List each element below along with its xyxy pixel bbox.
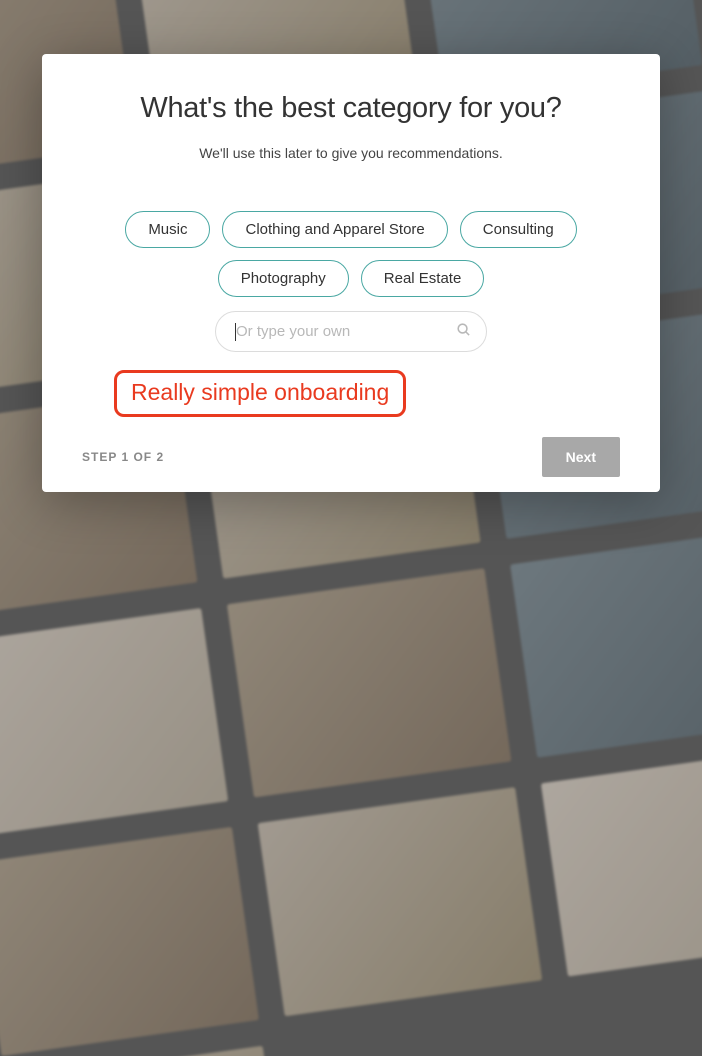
modal-heading: What's the best category for you?: [82, 92, 620, 125]
next-button[interactable]: Next: [542, 437, 620, 477]
category-search-input[interactable]: [215, 311, 487, 352]
annotation-callout: Really simple onboarding: [114, 370, 406, 417]
modal-footer: STEP 1 OF 2 Next: [82, 417, 620, 477]
modal-subheading: We'll use this later to give you recomme…: [82, 145, 620, 161]
step-indicator: STEP 1 OF 2: [82, 450, 164, 464]
category-pill-photography[interactable]: Photography: [218, 260, 349, 297]
category-pill-realestate[interactable]: Real Estate: [361, 260, 485, 297]
category-search: [215, 311, 487, 352]
category-pill-consulting[interactable]: Consulting: [460, 211, 577, 248]
onboarding-modal: What's the best category for you? We'll …: [42, 54, 660, 492]
category-pills: Music Clothing and Apparel Store Consult…: [82, 211, 620, 297]
category-pill-clothing[interactable]: Clothing and Apparel Store: [222, 211, 447, 248]
category-pill-music[interactable]: Music: [125, 211, 210, 248]
